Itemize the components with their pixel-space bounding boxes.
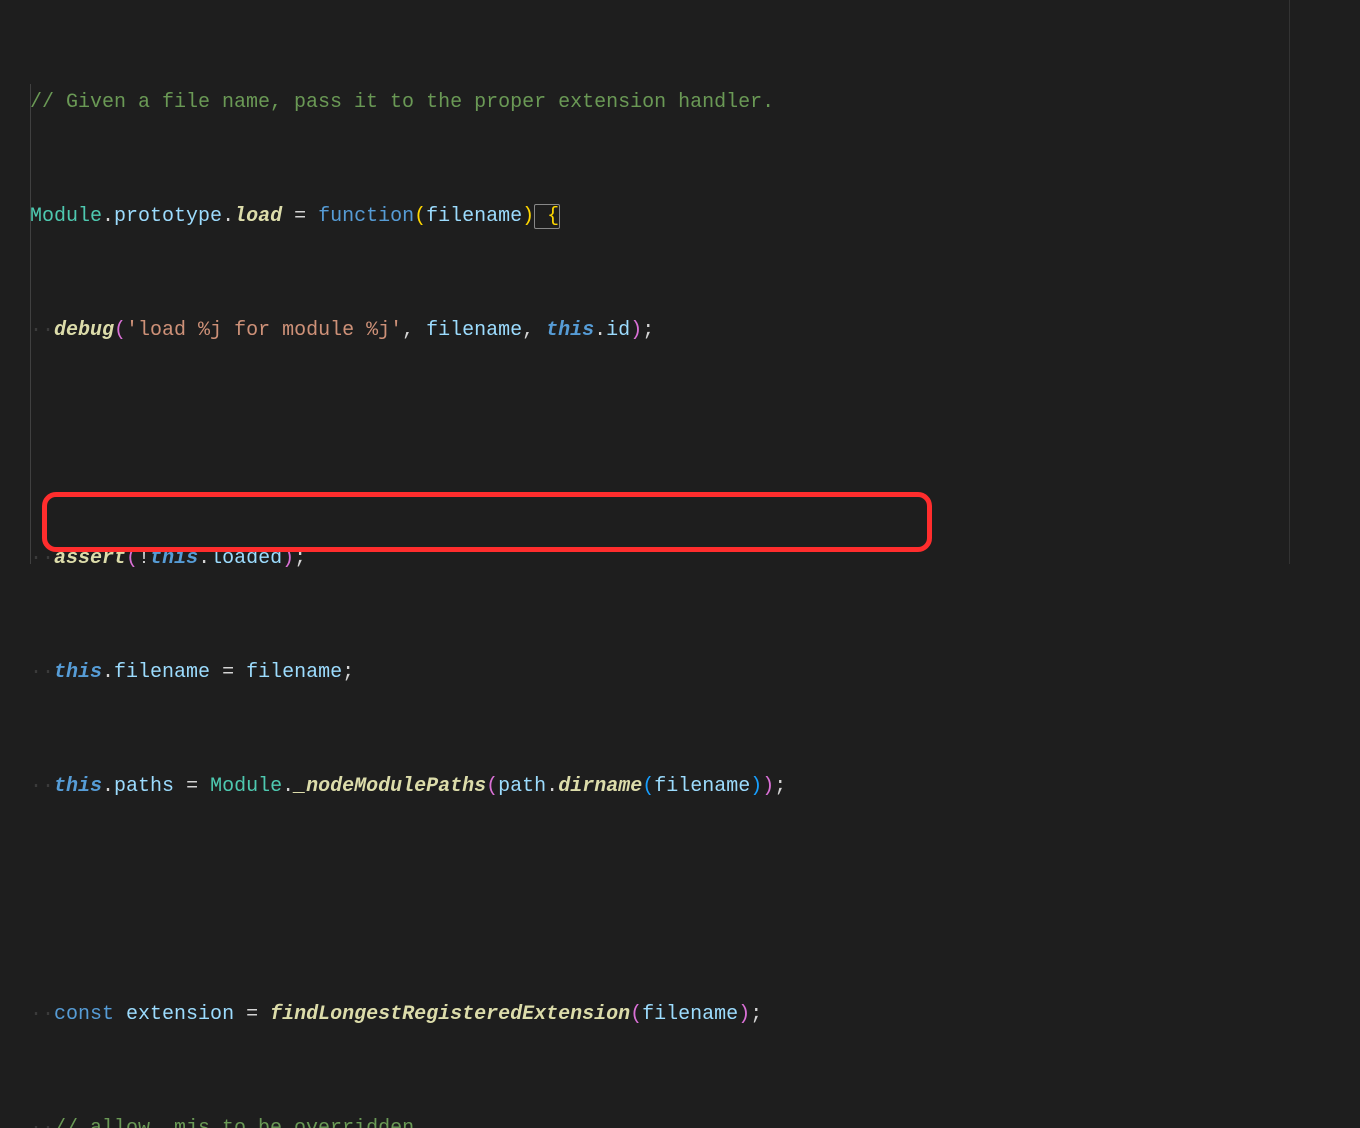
comment: // Given a file name, pass it to the pro… bbox=[30, 91, 774, 114]
code-line[interactable]: ··this.filename = filename; bbox=[30, 654, 1360, 692]
code-line[interactable]: ··// allow .mjs to be overridden bbox=[30, 1110, 1360, 1128]
code-line[interactable]: ··assert(!this.loaded); bbox=[30, 540, 1360, 578]
code-line[interactable]: // Given a file name, pass it to the pro… bbox=[30, 84, 1360, 122]
code-line[interactable]: ··debug('load %j for module %j', filenam… bbox=[30, 312, 1360, 350]
class-name: Module bbox=[30, 205, 102, 228]
code-line-blank[interactable] bbox=[30, 426, 1360, 464]
bracket-match: { bbox=[534, 204, 560, 229]
code-editor[interactable]: // Given a file name, pass it to the pro… bbox=[0, 0, 1360, 1128]
code-line[interactable]: ··const extension = findLongestRegistere… bbox=[30, 996, 1360, 1034]
code-line-blank[interactable] bbox=[30, 882, 1360, 920]
code-line[interactable]: Module.prototype.load = function(filenam… bbox=[30, 198, 1360, 236]
code-line[interactable]: ··this.paths = Module._nodeModulePaths(p… bbox=[30, 768, 1360, 806]
